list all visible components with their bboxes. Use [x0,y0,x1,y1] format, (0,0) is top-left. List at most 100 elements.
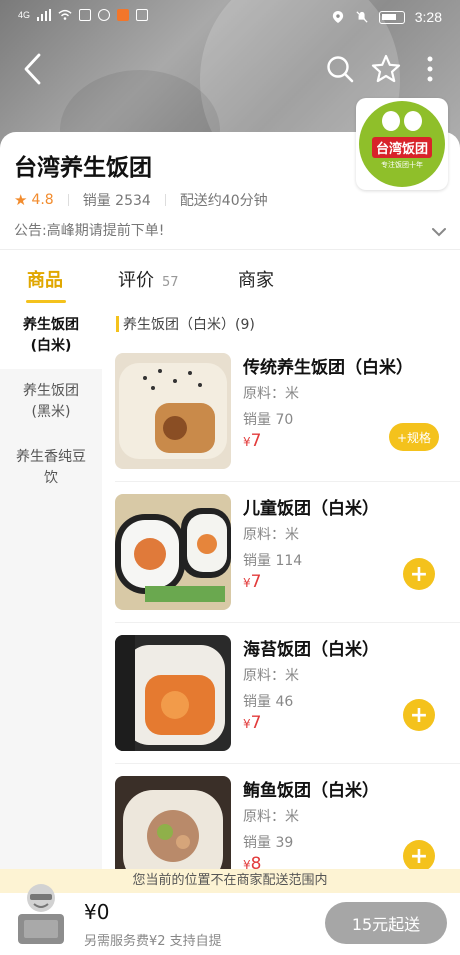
chevron-down-icon [432,228,446,237]
cart-mascot-icon [18,884,64,944]
category-marker [116,316,119,332]
shop-logo-badge: 台湾饭团 专注饭团十年 [359,101,445,187]
shop-notice[interactable]: 公告:高峰期请提前下单! [14,220,164,240]
mute-icon [356,11,368,23]
kids-rice-roll-photo [115,494,231,610]
back-button[interactable] [16,52,50,86]
status-bar: 4G 3:28 [0,0,460,36]
tab-reviews[interactable]: 评价 57 [118,266,179,292]
checkout-button[interactable]: 15元起送 [325,902,447,944]
product-sales: 销量 114 [243,553,303,569]
product-description: 原料：米 [243,809,299,825]
signal-label: 4G [18,10,31,20]
select-spec-button[interactable]: +规格 [389,423,440,451]
tab-label: 商品 [27,270,63,291]
product-description: 原料：米 [243,668,299,684]
product-name: 海苔饭团（白米） [243,640,379,660]
shop-rating: 4.8 [31,192,54,208]
logo-mascot [382,111,422,133]
currency-symbol: ¥ [243,435,251,449]
product-name: 儿童饭团（白米） [243,499,379,519]
cart-button[interactable] [12,876,70,948]
sidebar-item-label: 养生饭团(黑米) [23,383,79,420]
favorite-button[interactable] [369,52,403,86]
app-notification-icon [117,9,130,21]
sidebar-item-label: 养生香纯豆饮 [16,449,86,486]
divider [0,249,460,250]
category-sidebar: 养生饭团(白米) 养生饭团(黑米) 养生香纯豆饮 [0,303,102,903]
tuna-rice-roll-photo [115,776,231,869]
battery-icon [378,10,405,24]
logo-subtitle: 专注饭团十年 [381,160,423,169]
search-button[interactable] [323,52,357,86]
more-vertical-icon [427,56,433,82]
more-button[interactable] [413,52,447,86]
price-value: 7 [250,572,262,592]
rice-roll-photo [115,353,231,469]
add-to-cart-button[interactable]: + [403,558,435,590]
price-value: 7 [250,431,262,451]
product-name: 鲔鱼饭团（白米） [243,781,379,801]
product-image[interactable] [115,776,231,869]
sidebar-item-soy-drink[interactable]: 养生香纯豆饮 [0,435,102,501]
rating-star-icon: ★ [14,191,28,209]
star-outline-icon [371,54,401,83]
notification-icon [98,9,111,21]
logo-title: 台湾饭团 [371,136,432,158]
product-sales: 销量 39 [243,835,294,851]
product-price: ¥8 [243,854,261,869]
back-arrow-icon [24,53,41,85]
sidebar-item-label: 养生饭团(白米) [23,317,79,354]
add-to-cart-button[interactable]: + [403,840,435,869]
product-price: ¥7 [243,713,261,733]
delivery-time: 配送约40分钟 [179,193,268,209]
wifi-icon [58,9,72,20]
message-icon [136,9,149,21]
meta-divider [67,194,69,206]
product-divider [115,481,460,482]
product-divider [115,622,460,623]
price-value: 8 [250,854,262,869]
clock: 3:28 [414,9,442,25]
product-image[interactable] [115,494,231,610]
shop-sales: 销量 2534 [82,193,151,209]
product-item[interactable]: 传统养生饭团（白米） 原料：米 销量 70 ¥7 +规格 [102,353,460,494]
product-divider [115,763,460,764]
product-item[interactable]: 海苔饭团（白米） 原料：米 销量 46 ¥7 + [102,635,460,776]
product-price: ¥7 [243,431,261,451]
price-value: 7 [250,713,262,733]
signal-icon [37,9,52,21]
category-title: 养生饭团（白米）(9) [123,317,255,333]
tab-merchant[interactable]: 商家 [238,266,274,292]
product-image[interactable] [115,353,231,469]
tab-products[interactable]: 商品 [27,266,63,292]
shop-logo: 台湾饭团 专注饭团十年 [356,98,448,190]
expand-notice-button[interactable] [432,222,446,241]
review-count: 57 [162,275,179,290]
sidebar-item-white-rice[interactable]: 养生饭团(白米) [0,303,102,369]
search-icon [327,56,354,83]
category-header: 养生饭团（白米）(9) [116,314,255,334]
product-item[interactable]: 鲔鱼饭团（白米） 原料：米 销量 39 ¥8 + [102,776,460,869]
product-name: 传统养生饭团（白米） [243,358,413,378]
currency-symbol: ¥ [243,858,251,869]
product-image[interactable] [115,635,231,751]
tab-label: 评价 [118,270,154,291]
meta-divider [164,194,166,206]
cart-total: ¥0 [84,900,110,924]
seaweed-rice-roll-photo [115,635,231,751]
tab-label: 商家 [238,270,274,291]
add-to-cart-button[interactable]: + [403,699,435,731]
shop-name: 台湾养生饭团 [14,155,152,181]
product-price: ¥7 [243,572,261,592]
location-icon [332,11,343,23]
product-sales: 销量 46 [243,694,294,710]
currency-symbol: ¥ [243,576,251,590]
shop-tabs: 商品 评价 57 商家 [0,262,460,303]
sidebar-item-black-rice[interactable]: 养生饭团(黑米) [0,369,102,435]
product-item[interactable]: 儿童饭团（白米） 原料：米 销量 114 ¥7 + [102,494,460,635]
product-description: 原料：米 [243,386,299,402]
product-description: 原料：米 [243,527,299,543]
notification-icon [79,9,92,21]
shop-meta: ★ 4.8 销量 2534 配送约40分钟 [14,190,268,210]
